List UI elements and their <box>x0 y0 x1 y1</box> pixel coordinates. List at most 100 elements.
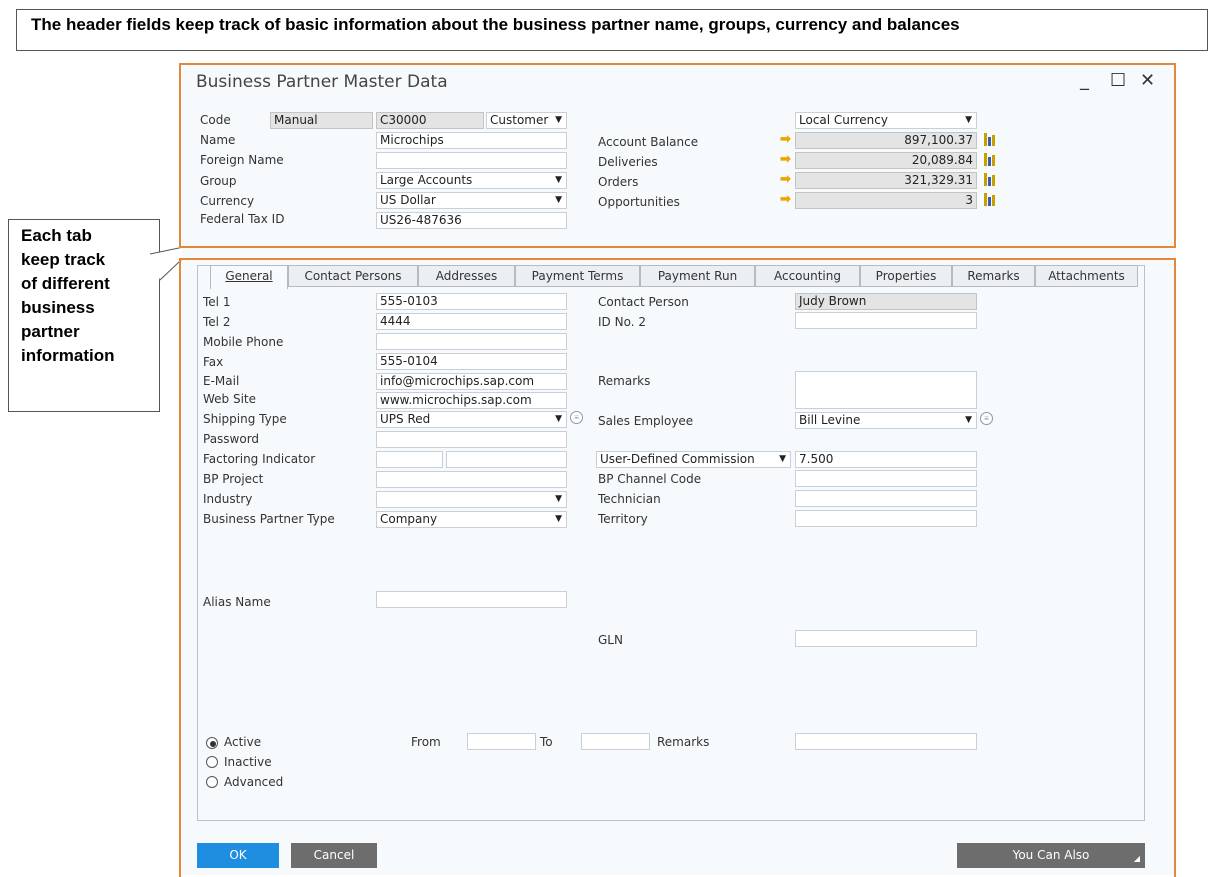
factoring-name-field[interactable] <box>446 451 567 468</box>
contact-person-field[interactable]: Judy Brown <box>795 293 977 310</box>
mobile-label: Mobile Phone <box>203 335 284 349</box>
opportunities-field: 3 <box>795 192 977 209</box>
website-label: Web Site <box>203 392 257 406</box>
id-no2-field[interactable] <box>795 312 977 329</box>
tab-payment-run[interactable]: Payment Run <box>640 265 755 287</box>
caption-tabs-line: Each tab <box>21 226 92 245</box>
tab-attachments[interactable]: Attachments <box>1035 265 1138 287</box>
password-label: Password <box>203 432 260 446</box>
tel2-field[interactable]: 4444 <box>376 313 567 330</box>
group-select[interactable]: Large Accounts ▼ <box>376 172 567 189</box>
gln-field[interactable] <box>795 630 977 647</box>
tab-payment-terms[interactable]: Payment Terms <box>515 265 640 287</box>
technician-label: Technician <box>598 492 661 506</box>
alias-name-field[interactable] <box>376 591 567 608</box>
tel2-label: Tel 2 <box>203 315 231 329</box>
contact-person-label: Contact Person <box>598 295 689 309</box>
tab-remarks[interactable]: Remarks <box>952 265 1035 287</box>
dropdown-arrow-icon: ▼ <box>555 414 562 424</box>
link-arrow-icon[interactable]: ➡ <box>780 171 791 187</box>
status-inactive-label: Inactive <box>224 755 272 769</box>
shipping-type-select[interactable]: UPS Red ▼ <box>376 411 567 428</box>
orders-label: Orders <box>598 175 639 189</box>
maximize-button[interactable]: ☐ <box>1110 70 1126 91</box>
ok-button[interactable]: OK <box>197 843 279 868</box>
fax-label: Fax <box>203 355 224 369</box>
tab-addresses[interactable]: Addresses <box>418 265 515 287</box>
name-field[interactable]: Microchips <box>376 132 567 149</box>
close-button[interactable]: ✕ <box>1140 70 1155 91</box>
tel1-label: Tel 1 <box>203 295 231 309</box>
foreign-name-field[interactable] <box>376 152 567 169</box>
code-field[interactable]: C30000 <box>376 112 484 129</box>
bp-project-field[interactable] <box>376 471 567 488</box>
currency-select[interactable]: US Dollar ▼ <box>376 192 567 209</box>
caption-tabs-line: partner <box>21 322 80 341</box>
you-can-also-button[interactable]: You Can Also ◢ <box>957 843 1145 868</box>
dropdown-arrow-icon: ▼ <box>965 115 972 125</box>
local-currency-select[interactable]: Local Currency ▼ <box>795 112 977 129</box>
sales-employee-value: Bill Levine <box>799 413 861 427</box>
from-date-field[interactable] <box>467 733 536 750</box>
federal-tax-field[interactable]: US26-487636 <box>376 212 567 229</box>
industry-select[interactable]: ▼ <box>376 491 567 508</box>
tab-contact-persons[interactable]: Contact Persons <box>288 265 418 287</box>
fax-field[interactable]: 555-0104 <box>376 353 567 370</box>
to-date-field[interactable] <box>581 733 650 750</box>
bp-type-general-value: Company <box>380 512 438 526</box>
orders-field: 321,329.31 <box>795 172 977 189</box>
minimize-button[interactable]: _ <box>1080 70 1089 91</box>
factoring-code-field[interactable] <box>376 451 443 468</box>
bp-type-general-select[interactable]: Company ▼ <box>376 511 567 528</box>
tel1-field[interactable]: 555-0103 <box>376 293 567 310</box>
link-arrow-icon[interactable]: ➡ <box>780 131 791 147</box>
email-field[interactable]: info@microchips.sap.com <box>376 373 567 390</box>
link-arrow-icon[interactable]: ➡ <box>780 191 791 207</box>
bp-type-value: Customer <box>490 113 549 127</box>
status-remarks-label: Remarks <box>657 735 710 749</box>
dropdown-arrow-icon: ▼ <box>555 115 562 125</box>
commission-type-select[interactable]: User-Defined Commission ▼ <box>596 451 791 468</box>
technician-field[interactable] <box>795 490 977 507</box>
dropdown-arrow-icon: ▼ <box>555 175 562 185</box>
channel-code-label: BP Channel Code <box>598 472 702 486</box>
cancel-button[interactable]: Cancel <box>291 843 377 868</box>
bar-chart-icon[interactable] <box>983 191 997 207</box>
bar-chart-icon[interactable] <box>983 151 997 167</box>
dropdown-arrow-icon: ▼ <box>555 195 562 205</box>
dropdown-arrow-icon: ▼ <box>555 494 562 504</box>
list-icon[interactable]: ≡ <box>980 412 993 425</box>
caption-tabs: Each tab keep track of different busines… <box>8 219 160 412</box>
remarks-textarea[interactable] <box>795 371 977 409</box>
industry-label: Industry <box>203 492 253 506</box>
tab-general[interactable]: General <box>210 265 288 289</box>
bar-chart-icon[interactable] <box>983 171 997 187</box>
mobile-field[interactable] <box>376 333 567 350</box>
sales-employee-select[interactable]: Bill Levine ▼ <box>795 412 977 429</box>
website-field[interactable]: www.microchips.sap.com <box>376 392 567 409</box>
bar-chart-icon[interactable] <box>983 131 997 147</box>
code-series-select[interactable]: Manual <box>270 112 373 129</box>
status-remarks-field[interactable] <box>795 733 977 750</box>
bp-type-select[interactable]: Customer ▼ <box>486 112 567 129</box>
shipping-type-value: UPS Red <box>380 412 431 426</box>
commission-value-field[interactable]: 7.500 <box>795 451 977 468</box>
group-value: Large Accounts <box>380 173 473 187</box>
caption-tabs-line: information <box>21 346 115 365</box>
to-label: To <box>540 735 553 749</box>
remarks-label: Remarks <box>598 374 651 388</box>
territory-field[interactable] <box>795 510 977 527</box>
tab-properties[interactable]: Properties <box>860 265 952 287</box>
status-advanced-radio[interactable] <box>206 776 218 788</box>
password-field[interactable] <box>376 431 567 448</box>
status-active-radio[interactable] <box>206 737 218 749</box>
window-title: Business Partner Master Data <box>196 72 448 92</box>
list-icon[interactable]: ≡ <box>570 411 583 424</box>
link-arrow-icon[interactable]: ➡ <box>780 151 791 167</box>
tab-accounting[interactable]: Accounting <box>755 265 860 287</box>
channel-code-field[interactable] <box>795 470 977 487</box>
status-advanced-label: Advanced <box>224 775 284 789</box>
opportunities-label: Opportunities <box>598 195 680 209</box>
status-inactive-radio[interactable] <box>206 756 218 768</box>
caption-tabs-line: of different <box>21 274 110 293</box>
